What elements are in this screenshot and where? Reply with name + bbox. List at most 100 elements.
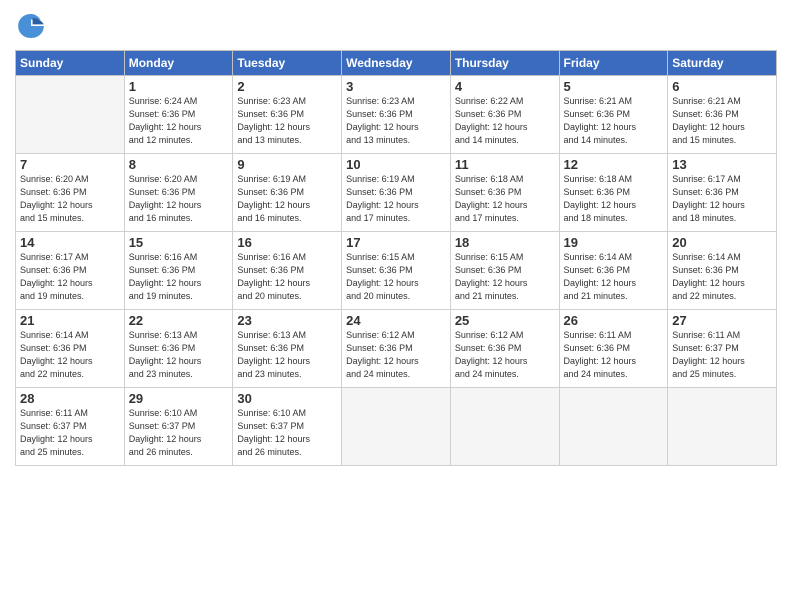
cell-info: Sunrise: 6:17 AM Sunset: 6:36 PM Dayligh… — [20, 251, 120, 303]
day-number: 30 — [237, 391, 337, 406]
calendar-cell — [342, 388, 451, 466]
calendar-week-4: 21Sunrise: 6:14 AM Sunset: 6:36 PM Dayli… — [16, 310, 777, 388]
day-number: 13 — [672, 157, 772, 172]
day-number: 14 — [20, 235, 120, 250]
cell-info: Sunrise: 6:19 AM Sunset: 6:36 PM Dayligh… — [346, 173, 446, 225]
cell-info: Sunrise: 6:13 AM Sunset: 6:36 PM Dayligh… — [129, 329, 229, 381]
cell-info: Sunrise: 6:20 AM Sunset: 6:36 PM Dayligh… — [129, 173, 229, 225]
calendar-header-row: SundayMondayTuesdayWednesdayThursdayFrid… — [16, 51, 777, 76]
calendar-cell — [450, 388, 559, 466]
cell-info: Sunrise: 6:11 AM Sunset: 6:37 PM Dayligh… — [672, 329, 772, 381]
page: SundayMondayTuesdayWednesdayThursdayFrid… — [0, 0, 792, 612]
calendar-cell: 12Sunrise: 6:18 AM Sunset: 6:36 PM Dayli… — [559, 154, 668, 232]
calendar-week-1: 1Sunrise: 6:24 AM Sunset: 6:36 PM Daylig… — [16, 76, 777, 154]
calendar-header-wednesday: Wednesday — [342, 51, 451, 76]
cell-info: Sunrise: 6:19 AM Sunset: 6:36 PM Dayligh… — [237, 173, 337, 225]
calendar-cell: 20Sunrise: 6:14 AM Sunset: 6:36 PM Dayli… — [668, 232, 777, 310]
calendar-cell: 10Sunrise: 6:19 AM Sunset: 6:36 PM Dayli… — [342, 154, 451, 232]
cell-info: Sunrise: 6:20 AM Sunset: 6:36 PM Dayligh… — [20, 173, 120, 225]
cell-info: Sunrise: 6:13 AM Sunset: 6:36 PM Dayligh… — [237, 329, 337, 381]
calendar-header-tuesday: Tuesday — [233, 51, 342, 76]
day-number: 25 — [455, 313, 555, 328]
day-number: 16 — [237, 235, 337, 250]
cell-info: Sunrise: 6:14 AM Sunset: 6:36 PM Dayligh… — [672, 251, 772, 303]
cell-info: Sunrise: 6:18 AM Sunset: 6:36 PM Dayligh… — [564, 173, 664, 225]
day-number: 15 — [129, 235, 229, 250]
calendar-cell: 7Sunrise: 6:20 AM Sunset: 6:36 PM Daylig… — [16, 154, 125, 232]
day-number: 6 — [672, 79, 772, 94]
calendar-cell: 1Sunrise: 6:24 AM Sunset: 6:36 PM Daylig… — [124, 76, 233, 154]
day-number: 1 — [129, 79, 229, 94]
calendar-cell: 28Sunrise: 6:11 AM Sunset: 6:37 PM Dayli… — [16, 388, 125, 466]
header — [15, 10, 777, 42]
cell-info: Sunrise: 6:15 AM Sunset: 6:36 PM Dayligh… — [346, 251, 446, 303]
cell-info: Sunrise: 6:18 AM Sunset: 6:36 PM Dayligh… — [455, 173, 555, 225]
cell-info: Sunrise: 6:11 AM Sunset: 6:37 PM Dayligh… — [20, 407, 120, 459]
day-number: 28 — [20, 391, 120, 406]
calendar-cell: 6Sunrise: 6:21 AM Sunset: 6:36 PM Daylig… — [668, 76, 777, 154]
day-number: 22 — [129, 313, 229, 328]
day-number: 12 — [564, 157, 664, 172]
day-number: 4 — [455, 79, 555, 94]
calendar-cell: 13Sunrise: 6:17 AM Sunset: 6:36 PM Dayli… — [668, 154, 777, 232]
calendar-cell — [668, 388, 777, 466]
cell-info: Sunrise: 6:16 AM Sunset: 6:36 PM Dayligh… — [129, 251, 229, 303]
cell-info: Sunrise: 6:10 AM Sunset: 6:37 PM Dayligh… — [129, 407, 229, 459]
calendar-cell: 9Sunrise: 6:19 AM Sunset: 6:36 PM Daylig… — [233, 154, 342, 232]
day-number: 7 — [20, 157, 120, 172]
calendar-cell: 2Sunrise: 6:23 AM Sunset: 6:36 PM Daylig… — [233, 76, 342, 154]
day-number: 19 — [564, 235, 664, 250]
calendar-header-saturday: Saturday — [668, 51, 777, 76]
calendar-cell: 25Sunrise: 6:12 AM Sunset: 6:36 PM Dayli… — [450, 310, 559, 388]
calendar-header-monday: Monday — [124, 51, 233, 76]
cell-info: Sunrise: 6:14 AM Sunset: 6:36 PM Dayligh… — [20, 329, 120, 381]
cell-info: Sunrise: 6:14 AM Sunset: 6:36 PM Dayligh… — [564, 251, 664, 303]
calendar-cell: 11Sunrise: 6:18 AM Sunset: 6:36 PM Dayli… — [450, 154, 559, 232]
calendar-cell: 15Sunrise: 6:16 AM Sunset: 6:36 PM Dayli… — [124, 232, 233, 310]
day-number: 17 — [346, 235, 446, 250]
cell-info: Sunrise: 6:16 AM Sunset: 6:36 PM Dayligh… — [237, 251, 337, 303]
calendar-cell: 18Sunrise: 6:15 AM Sunset: 6:36 PM Dayli… — [450, 232, 559, 310]
calendar-cell: 29Sunrise: 6:10 AM Sunset: 6:37 PM Dayli… — [124, 388, 233, 466]
day-number: 26 — [564, 313, 664, 328]
calendar-cell: 19Sunrise: 6:14 AM Sunset: 6:36 PM Dayli… — [559, 232, 668, 310]
calendar-cell: 8Sunrise: 6:20 AM Sunset: 6:36 PM Daylig… — [124, 154, 233, 232]
calendar-cell: 17Sunrise: 6:15 AM Sunset: 6:36 PM Dayli… — [342, 232, 451, 310]
calendar-cell: 3Sunrise: 6:23 AM Sunset: 6:36 PM Daylig… — [342, 76, 451, 154]
day-number: 5 — [564, 79, 664, 94]
day-number: 9 — [237, 157, 337, 172]
cell-info: Sunrise: 6:11 AM Sunset: 6:36 PM Dayligh… — [564, 329, 664, 381]
calendar-table: SundayMondayTuesdayWednesdayThursdayFrid… — [15, 50, 777, 466]
calendar-cell: 24Sunrise: 6:12 AM Sunset: 6:36 PM Dayli… — [342, 310, 451, 388]
day-number: 11 — [455, 157, 555, 172]
calendar-cell: 5Sunrise: 6:21 AM Sunset: 6:36 PM Daylig… — [559, 76, 668, 154]
day-number: 27 — [672, 313, 772, 328]
calendar-cell — [559, 388, 668, 466]
calendar-cell: 22Sunrise: 6:13 AM Sunset: 6:36 PM Dayli… — [124, 310, 233, 388]
calendar-week-2: 7Sunrise: 6:20 AM Sunset: 6:36 PM Daylig… — [16, 154, 777, 232]
logo — [15, 10, 51, 42]
day-number: 8 — [129, 157, 229, 172]
cell-info: Sunrise: 6:22 AM Sunset: 6:36 PM Dayligh… — [455, 95, 555, 147]
calendar-cell: 14Sunrise: 6:17 AM Sunset: 6:36 PM Dayli… — [16, 232, 125, 310]
logo-icon — [15, 10, 47, 42]
calendar-cell: 21Sunrise: 6:14 AM Sunset: 6:36 PM Dayli… — [16, 310, 125, 388]
cell-info: Sunrise: 6:21 AM Sunset: 6:36 PM Dayligh… — [564, 95, 664, 147]
cell-info: Sunrise: 6:12 AM Sunset: 6:36 PM Dayligh… — [346, 329, 446, 381]
cell-info: Sunrise: 6:10 AM Sunset: 6:37 PM Dayligh… — [237, 407, 337, 459]
calendar-cell — [16, 76, 125, 154]
day-number: 3 — [346, 79, 446, 94]
calendar-cell: 23Sunrise: 6:13 AM Sunset: 6:36 PM Dayli… — [233, 310, 342, 388]
day-number: 23 — [237, 313, 337, 328]
day-number: 10 — [346, 157, 446, 172]
cell-info: Sunrise: 6:15 AM Sunset: 6:36 PM Dayligh… — [455, 251, 555, 303]
day-number: 18 — [455, 235, 555, 250]
calendar-cell: 30Sunrise: 6:10 AM Sunset: 6:37 PM Dayli… — [233, 388, 342, 466]
day-number: 24 — [346, 313, 446, 328]
day-number: 29 — [129, 391, 229, 406]
day-number: 20 — [672, 235, 772, 250]
calendar-cell: 27Sunrise: 6:11 AM Sunset: 6:37 PM Dayli… — [668, 310, 777, 388]
cell-info: Sunrise: 6:23 AM Sunset: 6:36 PM Dayligh… — [237, 95, 337, 147]
cell-info: Sunrise: 6:21 AM Sunset: 6:36 PM Dayligh… — [672, 95, 772, 147]
calendar-cell: 16Sunrise: 6:16 AM Sunset: 6:36 PM Dayli… — [233, 232, 342, 310]
